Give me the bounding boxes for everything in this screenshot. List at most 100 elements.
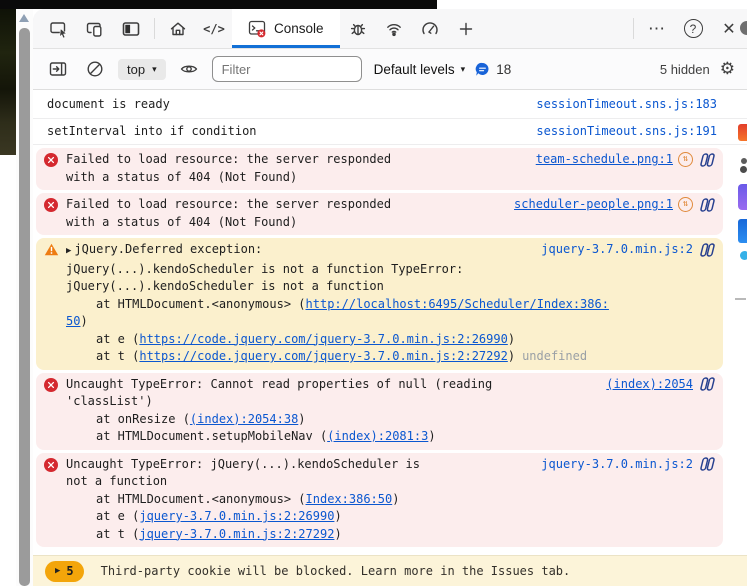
- error-text: Uncaught TypeError: jQuery(...).kendoSch…: [66, 456, 541, 474]
- stack-link[interactable]: (index):2081:3: [327, 429, 428, 443]
- edge-marker-cyan: [740, 251, 747, 260]
- console-log-area: document is ready sessionTimeout.sns.js:…: [33, 90, 747, 555]
- stack-frame: at t (https://code.jquery.com/jquery-3.7…: [66, 348, 715, 366]
- undefined-value: undefined: [522, 349, 587, 363]
- sources-tab[interactable]: </>: [196, 9, 232, 48]
- stack-frame: at onResize ((index):2054:38): [66, 411, 715, 429]
- source-link[interactable]: scheduler-people.png:1: [514, 196, 673, 214]
- stack-link[interactable]: jquery-3.7.0.min.js:2:27292: [139, 527, 334, 541]
- help-button[interactable]: ?: [675, 9, 711, 48]
- source-link[interactable]: jquery-3.7.0.min.js:2: [541, 241, 693, 259]
- stack-link[interactable]: https://code.jquery.com/jquery-3.7.0.min…: [139, 332, 507, 346]
- error-content: Failed to load resource: the server resp…: [66, 151, 715, 186]
- tab-console[interactable]: Console: [232, 9, 340, 48]
- error-content: Uncaught TypeError: jQuery(...).kendoSch…: [66, 456, 715, 544]
- warning-text: jQuery(...).kendoScheduler is not a func…: [66, 278, 715, 296]
- clear-console-button[interactable]: [81, 59, 109, 79]
- stack-frame: at HTMLDocument.<anonymous> (Index:386:5…: [66, 491, 715, 509]
- network-conditions-tab[interactable]: [376, 9, 412, 48]
- performance-tab[interactable]: [412, 9, 448, 48]
- gauge-icon: [420, 19, 440, 39]
- error-text: 'classList'): [66, 393, 715, 411]
- issues-count: 18: [496, 62, 511, 77]
- stack-link[interactable]: 50: [66, 314, 80, 328]
- tabbar-spacer: [484, 9, 628, 48]
- issue-counter-badge[interactable]: ▶ 5: [45, 561, 84, 582]
- source-link[interactable]: sessionTimeout.sns.js:183: [536, 96, 717, 114]
- sources-icon: </>: [203, 22, 225, 36]
- stack-frame: at t (jquery-3.7.0.min.js:2:27292): [66, 526, 715, 544]
- bug-icon: [348, 19, 368, 39]
- context-value: top: [127, 62, 145, 77]
- page-scrollbar[interactable]: [16, 9, 33, 586]
- chevron-down-icon: ▾: [152, 64, 157, 75]
- console-message-log: setInterval into if condition sessionTim…: [33, 119, 747, 146]
- console-sidebar-toggle[interactable]: [44, 59, 72, 79]
- issue-count: 5: [66, 564, 73, 578]
- error-text: with a status of 404 (Not Found): [66, 169, 715, 187]
- copilot-explain-icon[interactable]: [698, 197, 715, 213]
- clear-console-icon: [85, 59, 105, 79]
- error-icon: [44, 196, 66, 218]
- live-expression-button[interactable]: [175, 59, 203, 79]
- edge-marker-dot-top: [741, 158, 747, 164]
- browser-top-strip: [0, 0, 437, 9]
- stack-frame: at e (https://code.jquery.com/jquery-3.7…: [66, 331, 715, 349]
- copilot-explain-icon[interactable]: [698, 242, 715, 258]
- console-message-error: Uncaught TypeError: jQuery(...).kendoSch…: [36, 453, 723, 548]
- open-sidebar-icon: [48, 59, 68, 79]
- log-text: setInterval into if condition: [47, 123, 257, 141]
- inspect-element-button[interactable]: [41, 9, 77, 48]
- log-levels-dropdown[interactable]: Default levels ▾: [374, 62, 466, 77]
- device-emulation-icon: [85, 19, 105, 39]
- copilot-explain-icon[interactable]: [698, 456, 715, 472]
- error-icon: [44, 376, 66, 398]
- warning-icon: [44, 241, 66, 262]
- stack-link[interactable]: Index:386:50: [306, 492, 393, 506]
- toolbar-separator: [633, 18, 634, 39]
- error-content: Uncaught TypeError: Cannot read properti…: [66, 376, 715, 446]
- warning-text: jQuery(...).kendoScheduler is not a func…: [66, 261, 715, 279]
- network-request-icon[interactable]: ⇅: [678, 197, 693, 212]
- welcome-home-tab[interactable]: [160, 9, 196, 48]
- add-tab-button[interactable]: [448, 9, 484, 48]
- wifi-icon: [384, 19, 404, 39]
- expand-caret-icon[interactable]: ▶: [66, 246, 71, 256]
- debugger-tab[interactable]: [340, 9, 376, 48]
- network-request-icon[interactable]: ⇅: [678, 152, 693, 167]
- chevron-down-icon: ▾: [461, 64, 466, 75]
- warning-content: ▶jQuery.Deferred exception: jquery-3.7.0…: [66, 241, 715, 366]
- more-options-button[interactable]: ⋯: [639, 9, 675, 48]
- console-message-warning: ▶jQuery.Deferred exception: jquery-3.7.0…: [36, 238, 723, 370]
- source-link[interactable]: sessionTimeout.sns.js:191: [536, 123, 717, 141]
- console-message-error: Failed to load resource: the server resp…: [36, 148, 723, 190]
- warning-header: ▶jQuery.Deferred exception:: [66, 241, 541, 261]
- filter-input[interactable]: [212, 56, 362, 82]
- issues-bubble-icon: [475, 62, 490, 77]
- copilot-explain-icon[interactable]: [698, 376, 715, 392]
- stack-link[interactable]: https://code.jquery.com/jquery-3.7.0.min…: [139, 349, 507, 363]
- console-settings-button[interactable]: ⚙: [720, 59, 735, 79]
- caret-right-icon: ▶: [55, 566, 60, 576]
- error-text: with a status of 404 (Not Found): [66, 214, 715, 232]
- javascript-context-selector[interactable]: top ▾: [118, 59, 166, 80]
- scrollbar-thumb[interactable]: [19, 28, 30, 586]
- activity-bar-layout-button[interactable]: [113, 9, 149, 48]
- source-link[interactable]: jquery-3.7.0.min.js:2: [541, 456, 693, 474]
- console-message-error: Uncaught TypeError: Cannot read properti…: [36, 373, 723, 450]
- copilot-explain-icon[interactable]: [698, 152, 715, 168]
- stack-link[interactable]: jquery-3.7.0.min.js:2:26990: [139, 509, 334, 523]
- scrollbar-up-arrow[interactable]: [19, 14, 29, 22]
- error-text: not a function: [66, 473, 715, 491]
- log-levels-label: Default levels: [374, 62, 455, 77]
- edge-marker-blue: [738, 219, 747, 243]
- source-link[interactable]: team-schedule.png:1: [536, 151, 673, 169]
- hidden-messages-label[interactable]: 5 hidden: [660, 62, 710, 77]
- console-message-log: document is ready sessionTimeout.sns.js:…: [33, 92, 747, 119]
- edge-marker-circle: [740, 21, 747, 35]
- issues-counter[interactable]: 18: [475, 62, 511, 77]
- stack-link[interactable]: (index):2054:38: [190, 412, 298, 426]
- device-emulation-button[interactable]: [77, 9, 113, 48]
- stack-link[interactable]: http://localhost:6495/Scheduler/Index:38…: [306, 297, 609, 311]
- source-link[interactable]: (index):2054: [606, 376, 693, 394]
